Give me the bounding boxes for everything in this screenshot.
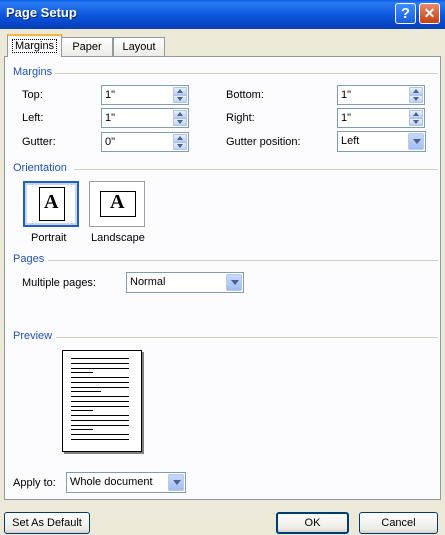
gutter-label: Gutter: <box>22 136 56 148</box>
chevron-down-icon <box>173 480 181 485</box>
help-icon: ? <box>400 5 411 22</box>
arrow-down-icon <box>177 97 183 101</box>
portrait-page-icon: A <box>39 187 65 221</box>
landscape-option[interactable]: A <box>89 181 145 227</box>
preview-line <box>71 439 129 440</box>
left-label: Left: <box>22 112 44 124</box>
arrow-up-icon <box>177 112 183 116</box>
preview-line <box>71 377 129 378</box>
portrait-a-glyph: A <box>44 191 59 213</box>
chevron-down-icon <box>413 139 421 144</box>
bottom-label: Bottom: <box>226 89 264 101</box>
pages-divider <box>48 260 438 261</box>
tab-margins[interactable]: Margins <box>7 34 62 57</box>
right-margin-spinner[interactable]: 1" <box>337 108 425 128</box>
bottom-margin-value: 1" <box>341 89 352 101</box>
preview-line <box>71 425 129 426</box>
multiple-pages-label: Multiple pages: <box>22 277 96 289</box>
arrow-up-icon <box>413 89 419 93</box>
apply-to-select[interactable]: Whole document <box>66 472 186 493</box>
tab-layout-label: Layout <box>122 41 156 53</box>
preview-line <box>71 410 93 411</box>
arrow-up-icon <box>177 89 183 93</box>
top-margin-value: 1" <box>105 89 116 101</box>
close-button[interactable]: ✕ <box>419 3 440 24</box>
margins-divider <box>55 73 438 74</box>
arrow-down-icon <box>413 120 419 124</box>
preview-line <box>71 406 129 407</box>
apply-to-value: Whole document <box>70 476 153 488</box>
page-preview <box>62 350 142 452</box>
tab-layout[interactable]: Layout <box>113 37 165 56</box>
gutter-position-select[interactable]: Left <box>337 131 426 152</box>
close-icon: ✕ <box>423 5 436 21</box>
preview-line <box>71 368 129 369</box>
top-label: Top: <box>22 89 43 101</box>
right-decrease-button[interactable] <box>409 118 423 126</box>
set-as-default-button[interactable]: Set As Default <box>4 512 90 534</box>
landscape-label[interactable]: Landscape <box>91 232 145 244</box>
multiple-pages-dropdown-button[interactable] <box>226 274 242 291</box>
portrait-label[interactable]: Portrait <box>31 232 66 244</box>
arrow-down-icon <box>177 144 183 148</box>
landscape-page-icon: A <box>100 191 136 217</box>
orientation-section-header: Orientation <box>13 162 67 174</box>
window-title: Page Setup <box>6 5 77 20</box>
preview-section-header: Preview <box>13 330 53 342</box>
preview-line <box>71 396 129 397</box>
right-label: Right: <box>226 112 255 124</box>
preview-line <box>71 382 129 383</box>
preview-line <box>71 434 129 435</box>
gutter-value: 0" <box>105 136 116 148</box>
gutter-spinner[interactable]: 0" <box>101 132 189 152</box>
gutter-decrease-button[interactable] <box>173 142 187 150</box>
tab-margins-label: Margins <box>11 39 58 53</box>
top-decrease-button[interactable] <box>173 95 187 103</box>
preview-line <box>71 391 101 392</box>
right-increase-button[interactable] <box>409 110 423 118</box>
gutter-position-dropdown-button[interactable] <box>408 133 424 150</box>
margins-section-header: Margins <box>13 66 53 78</box>
left-decrease-button[interactable] <box>173 118 187 126</box>
bottom-increase-button[interactable] <box>409 87 423 95</box>
multiple-pages-value: Normal <box>130 276 166 288</box>
gutter-position-label: Gutter position: <box>226 136 301 148</box>
gutter-increase-button[interactable] <box>173 134 187 142</box>
multiple-pages-select[interactable]: Normal <box>126 272 244 293</box>
arrow-up-icon <box>413 112 419 116</box>
preview-line <box>71 387 129 388</box>
top-increase-button[interactable] <box>173 87 187 95</box>
top-margin-spinner[interactable]: 1" <box>101 85 189 105</box>
preview-line <box>71 372 93 373</box>
preview-line <box>71 401 129 402</box>
tab-paper[interactable]: Paper <box>61 37 113 56</box>
arrow-down-icon <box>177 120 183 124</box>
apply-to-dropdown-button[interactable] <box>168 474 184 491</box>
preview-line <box>71 358 129 359</box>
gutter-position-value: Left <box>341 135 360 147</box>
apply-to-label: Apply to: <box>13 477 56 489</box>
landscape-a-glyph: A <box>110 191 125 213</box>
bottom-margin-spinner[interactable]: 1" <box>337 85 425 105</box>
left-increase-button[interactable] <box>173 110 187 118</box>
preview-line <box>71 429 93 430</box>
arrow-down-icon <box>413 97 419 101</box>
preview-line <box>71 363 129 364</box>
preview-line <box>71 420 129 421</box>
left-margin-value: 1" <box>105 112 116 124</box>
preview-divider <box>56 337 438 338</box>
tab-paper-label: Paper <box>72 41 102 53</box>
portrait-option[interactable]: A <box>23 181 79 227</box>
right-margin-value: 1" <box>341 112 352 124</box>
pages-section-header: Pages <box>13 253 45 265</box>
orientation-divider <box>74 169 438 170</box>
preview-line <box>71 415 129 416</box>
left-margin-spinner[interactable]: 1" <box>101 108 189 128</box>
chevron-down-icon <box>231 280 239 285</box>
ok-button[interactable]: OK <box>276 512 349 534</box>
bottom-decrease-button[interactable] <box>409 95 423 103</box>
arrow-up-icon <box>177 136 183 140</box>
help-button[interactable]: ? <box>395 3 416 24</box>
cancel-button[interactable]: Cancel <box>359 512 438 534</box>
